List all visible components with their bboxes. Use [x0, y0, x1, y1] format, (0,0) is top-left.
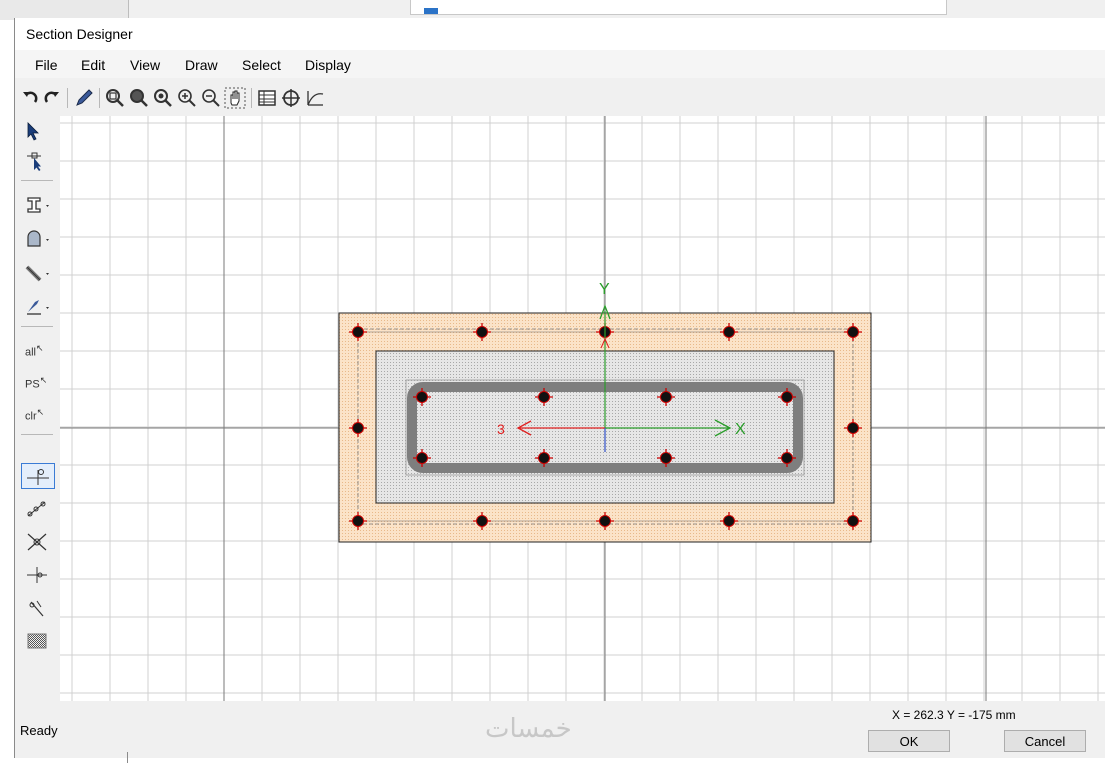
menu-bar: File Edit View Draw Select Display — [15, 50, 1105, 78]
snap-line-icon — [27, 501, 46, 517]
select-arrow-icon: ↖ — [39, 375, 48, 386]
table-button[interactable] — [256, 87, 278, 109]
zoom-in-button[interactable] — [128, 87, 150, 109]
crosshair-button[interactable] — [280, 87, 302, 109]
zoom-out-icon — [154, 89, 172, 107]
section-designer-window: Section Designer File Edit View Draw Sel… — [14, 18, 1105, 758]
undo-button[interactable] — [19, 87, 41, 109]
intersection-icon — [27, 533, 47, 551]
undo-icon — [23, 91, 38, 103]
hatch-pattern-icon — [27, 633, 47, 649]
zoom-step-out-icon — [202, 89, 220, 107]
reshape-tool-button[interactable] — [21, 148, 55, 174]
toolbar-separator — [251, 88, 252, 108]
title-bar: Section Designer — [15, 18, 1105, 50]
table-icon — [258, 90, 276, 106]
pointer-icon — [27, 122, 39, 141]
draw-i-section-button[interactable] — [21, 192, 55, 218]
cursor-coordinates: X = 262.3 Y = -175 mm — [892, 708, 1016, 722]
shape-icon — [27, 230, 49, 247]
left-toolbar-separator — [21, 180, 53, 181]
pencil-icon — [76, 89, 93, 106]
select-arrow-icon: ↖ — [36, 343, 44, 354]
snap-perpendicular-button[interactable] — [21, 562, 55, 588]
pan-button[interactable] — [224, 87, 246, 109]
select-previous-label: PS↖ — [25, 375, 48, 391]
toolbar-separator — [67, 88, 68, 108]
draw-line-bar-button[interactable] — [21, 260, 55, 286]
clear-selection-label: clr↖ — [25, 407, 45, 423]
zoom-step-in-button[interactable] — [176, 87, 198, 109]
status-text: Ready — [20, 723, 58, 738]
menu-draw[interactable]: Draw — [185, 57, 218, 73]
background-panel — [0, 0, 129, 20]
axis-x-label: X — [735, 421, 746, 438]
ok-button[interactable]: OK — [868, 730, 950, 752]
zoom-in-icon — [130, 89, 148, 107]
menu-display[interactable]: Display — [305, 57, 351, 73]
snap-point-icon — [27, 469, 49, 485]
menu-select[interactable]: Select — [242, 57, 281, 73]
select-all-button[interactable]: all↖ — [21, 338, 55, 364]
redo-button[interactable] — [41, 87, 63, 109]
clear-selection-button[interactable]: clr↖ — [21, 402, 55, 428]
select-arrow-icon: ↖ — [36, 407, 45, 418]
select-all-label: all↖ — [25, 343, 44, 359]
zoom-window-button[interactable] — [104, 87, 126, 109]
pan-icon — [224, 87, 246, 109]
reshape-pointer-icon — [27, 152, 41, 171]
fill-pattern-button[interactable] — [21, 628, 55, 654]
background-frame-line — [127, 752, 128, 763]
zoom-out-button[interactable] — [152, 87, 174, 109]
menu-edit[interactable]: Edit — [81, 57, 105, 73]
menu-view[interactable]: View — [130, 57, 160, 73]
left-toolbar: all↖ PS↖ clr↖ — [15, 116, 60, 706]
window-title: Section Designer — [26, 26, 133, 42]
axis-3-label: 3 — [497, 421, 505, 437]
select-previous-button[interactable]: PS↖ — [21, 370, 55, 396]
crosshair-icon — [282, 89, 300, 107]
draw-pencil-button[interactable] — [73, 87, 95, 109]
menu-file[interactable]: File — [35, 57, 58, 73]
snap-intersection-button[interactable] — [21, 529, 55, 555]
pointer-tool-button[interactable] — [21, 118, 55, 144]
cancel-button[interactable]: Cancel — [1004, 730, 1086, 752]
toolbar — [15, 78, 1105, 116]
draw-shape-button[interactable] — [21, 226, 55, 252]
redo-icon — [44, 91, 59, 103]
snap-line-points-button[interactable] — [21, 496, 55, 522]
zoom-step-out-button[interactable] — [200, 87, 222, 109]
watermark: خمسات — [485, 714, 572, 744]
curve-button[interactable] — [304, 87, 326, 109]
background-tab-icon — [424, 8, 438, 14]
perpendicular-icon — [27, 567, 47, 583]
i-section-icon — [27, 197, 49, 213]
drawing-canvas[interactable]: Y X 3 — [60, 116, 1105, 701]
left-toolbar-separator — [21, 434, 53, 435]
snap-nearest-button[interactable] — [21, 595, 55, 621]
toolbar-separator — [99, 88, 100, 108]
reference-line-icon — [27, 300, 49, 315]
left-toolbar-separator — [21, 326, 53, 327]
line-bar-icon — [25, 265, 49, 282]
nearest-point-icon — [29, 600, 44, 617]
curve-icon — [307, 91, 324, 106]
snap-point-button[interactable] — [21, 463, 55, 489]
draw-reference-button[interactable] — [21, 294, 55, 320]
section-drawing: Y X 3 — [60, 116, 1105, 701]
zoom-window-icon — [106, 89, 124, 107]
background-tab — [410, 0, 947, 15]
axis-y-label: Y — [599, 281, 610, 298]
zoom-step-in-icon — [178, 89, 196, 107]
